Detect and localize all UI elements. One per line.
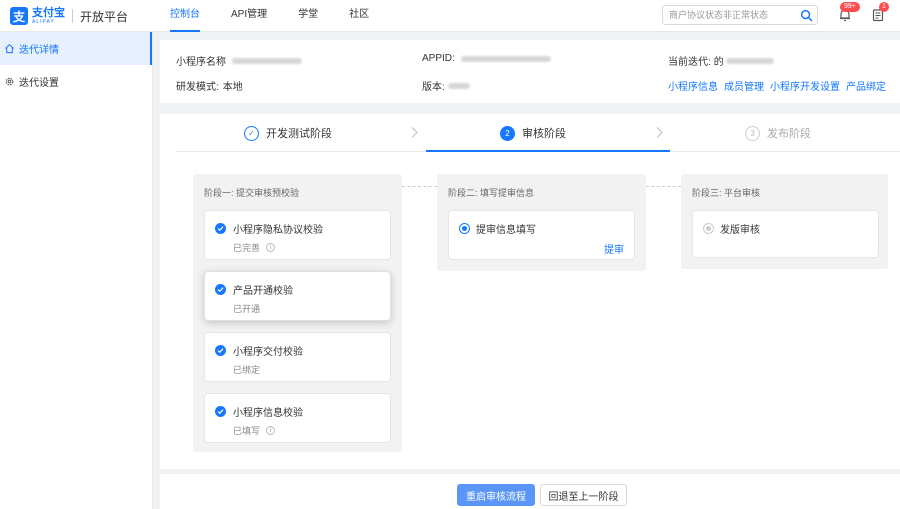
check-privacy[interactable]: 小程序隐私协议校验 已完善 i	[204, 210, 391, 260]
submit-review-link[interactable]: 提审	[604, 241, 624, 256]
check-title: 小程序隐私协议校验	[233, 225, 323, 236]
link-product-binding[interactable]: 产品绑定	[846, 78, 886, 93]
nav-academy[interactable]: 学堂	[298, 0, 318, 32]
logo-cn: 支付宝	[32, 6, 65, 19]
sidebar: 迭代详情 迭代设置	[0, 32, 153, 509]
item-title: 提审信息填写	[476, 225, 536, 236]
stage-connector	[402, 186, 437, 187]
step-number: 2	[500, 125, 515, 141]
stage-title: 阶段二: 填写提审信息	[448, 188, 535, 198]
name-redacted	[232, 57, 302, 64]
step-review[interactable]: 2 审核阶段	[500, 114, 566, 152]
step-dev-test[interactable]: ✓ 开发测试阶段	[244, 114, 332, 152]
notification-badge: 99+	[840, 2, 860, 12]
release-review-card[interactable]: 发版审核	[692, 210, 879, 258]
check-circle-icon	[215, 345, 226, 356]
appid-label: APPID:	[422, 53, 455, 64]
version-redacted	[447, 82, 470, 89]
main-nav: 控制台 API管理 学堂 社区	[170, 0, 400, 32]
step-label: 审核阶段	[522, 128, 566, 140]
step-release[interactable]: 3 发布阶段	[745, 114, 811, 152]
check-title: 小程序信息校验	[233, 408, 303, 419]
top-bar: 支 支付宝 ALIPAY 开放平台 控制台 API管理 学堂 社区 99+ 1	[0, 0, 900, 32]
stage-title: 阶段三: 平台审核	[692, 188, 761, 198]
sidebar-item-iteration-detail[interactable]: 迭代详情	[0, 32, 152, 65]
alipay-logo-icon: 支	[10, 7, 28, 25]
check-status: 已填写	[233, 426, 261, 436]
link-miniapp-info[interactable]: 小程序信息	[668, 78, 718, 93]
step-label: 发布阶段	[767, 128, 811, 140]
stage-connector	[646, 186, 681, 187]
submit-info-card[interactable]: 提审信息填写 提审	[448, 210, 635, 260]
logo-en: ALIPAY	[32, 18, 55, 25]
logo[interactable]: 支 支付宝 ALIPAY 开放平台	[10, 6, 128, 26]
radio-selected-icon	[459, 223, 470, 234]
radio-disabled-icon	[703, 223, 714, 234]
search-input[interactable]	[663, 6, 793, 24]
info-icon[interactable]: i	[266, 426, 276, 435]
miniapp-info-card: 小程序名称 APPID: 当前迭代: 的 研发模式: 本地 版本: 小程序信息 …	[160, 40, 900, 103]
sidebar-item-label: 迭代详情	[19, 45, 59, 56]
appid-redacted	[460, 55, 551, 62]
check-title: 小程序交付校验	[233, 347, 303, 358]
review-card: ✓ 开发测试阶段 2 审核阶段 3 发布阶段 阶段一: 提交审核预校验 小程序隐…	[160, 114, 900, 469]
mode-value: 本地	[222, 82, 243, 93]
nav-api[interactable]: API管理	[231, 0, 267, 32]
todo-badge: 1	[879, 2, 889, 12]
check-title: 产品开通校验	[233, 286, 293, 297]
check-circle-icon	[215, 284, 226, 295]
chevron-right-icon	[411, 127, 418, 138]
stage-precheck: 阶段一: 提交审核预校验 小程序隐私协议校验 已完善 i 产品开通校验 已开通 …	[193, 174, 402, 452]
check-status: 已开通	[233, 304, 261, 314]
link-member-management[interactable]: 成员管理	[724, 78, 764, 93]
action-footer: 重启审核流程 回退至上一阶段	[160, 473, 900, 509]
link-dev-settings[interactable]: 小程序开发设置	[770, 78, 840, 93]
step-number: 3	[745, 125, 760, 141]
check-product[interactable]: 产品开通校验 已开通	[204, 271, 391, 321]
check-circle-icon	[215, 406, 226, 417]
iteration-value: 的	[713, 57, 724, 68]
check-icon: ✓	[244, 125, 259, 141]
stage-title: 阶段一: 提交审核预校验	[204, 188, 300, 198]
step-label: 开发测试阶段	[266, 128, 332, 140]
rollback-stage-button[interactable]: 回退至上一阶段	[540, 484, 627, 506]
info-links: 小程序信息 成员管理 小程序开发设置 产品绑定	[668, 78, 892, 93]
gear-icon	[5, 77, 14, 86]
check-status: 已完善	[233, 243, 261, 253]
sidebar-item-iteration-settings[interactable]: 迭代设置	[0, 65, 152, 98]
sidebar-item-label: 迭代设置	[19, 78, 59, 89]
home-icon	[5, 43, 14, 54]
iteration-label: 当前迭代:	[668, 57, 711, 68]
nav-console[interactable]: 控制台	[170, 0, 200, 32]
chevron-right-icon	[656, 127, 663, 138]
active-step-indicator	[426, 150, 670, 152]
check-delivery[interactable]: 小程序交付校验 已绑定	[204, 332, 391, 382]
search-box	[662, 5, 818, 25]
check-status: 已绑定	[233, 365, 261, 375]
info-icon[interactable]: i	[266, 243, 276, 252]
version-label: 版本:	[422, 82, 445, 93]
iteration-redacted	[725, 57, 774, 64]
mode-label: 研发模式:	[176, 82, 219, 93]
name-label: 小程序名称	[176, 57, 226, 68]
stage-platform-review: 阶段三: 平台审核 发版审核	[681, 174, 888, 269]
logo-divider	[72, 9, 73, 23]
search-icon[interactable]	[800, 9, 813, 22]
check-info[interactable]: 小程序信息校验 已填写 i	[204, 393, 391, 443]
steps-bar: ✓ 开发测试阶段 2 审核阶段 3 发布阶段	[176, 114, 900, 152]
nav-community[interactable]: 社区	[349, 0, 369, 32]
item-title: 发版审核	[720, 225, 760, 236]
stage-submit-info: 阶段二: 填写提审信息 提审信息填写 提审	[437, 174, 646, 271]
platform-title: 开放平台	[80, 9, 129, 24]
check-circle-icon	[215, 223, 226, 234]
restart-review-button[interactable]: 重启审核流程	[457, 484, 535, 506]
